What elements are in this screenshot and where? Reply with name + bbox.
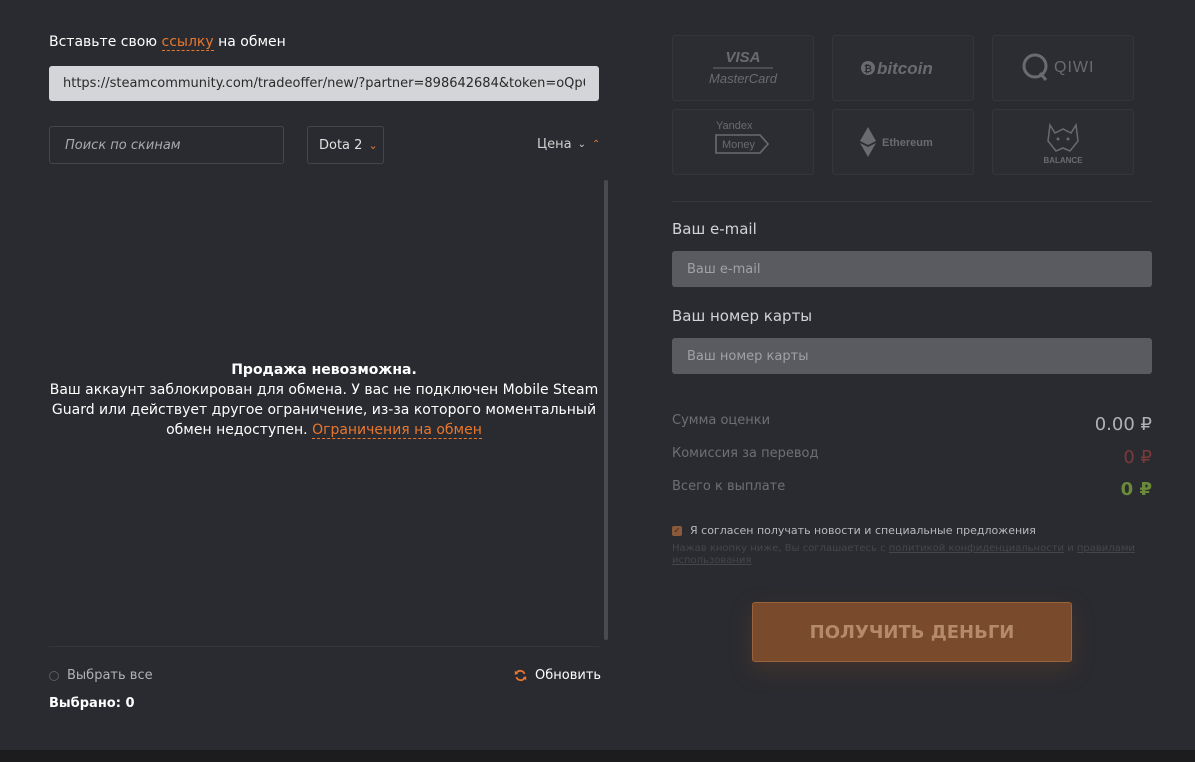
- consent-checkbox[interactable]: ✓: [672, 525, 682, 536]
- page-footer-strip: [0, 750, 1195, 762]
- email-label: Ваш e-mail: [672, 220, 757, 238]
- card-number-field[interactable]: [672, 338, 1152, 374]
- balance-text: BALANCE: [1043, 156, 1083, 165]
- bitcoin-logo: ₿ bitcoin: [861, 59, 933, 78]
- sum-label: Сумма оценки: [672, 413, 771, 428]
- terms-notice: Нажав кнопку ниже, Вы соглашаетесь с пол…: [672, 543, 1152, 567]
- money-text: Money: [722, 139, 756, 151]
- trade-restrictions-link[interactable]: Ограничения на обмен: [312, 422, 482, 439]
- consent-label: Я согласен получать новости и специальны…: [690, 524, 1036, 537]
- trade-link-title-prefix: Вставьте свою: [49, 34, 162, 50]
- fee-label: Комиссия за перевод: [672, 446, 819, 461]
- trade-link-help-link[interactable]: ссылку: [161, 34, 214, 51]
- chevron-down-icon: ⌄: [368, 138, 378, 152]
- blocked-heading: Продажа невозможна.: [231, 362, 417, 378]
- select-all-label: Выбрать все: [67, 668, 153, 683]
- yandex-money-logo: Yandex Money: [715, 120, 770, 154]
- fee-value: 0 ₽: [1123, 447, 1152, 468]
- ethereum-text: Ethereum: [882, 137, 933, 149]
- balance-logo: BALANCE: [1043, 122, 1083, 165]
- total-label: Всего к выплате: [672, 479, 786, 494]
- mastercard-text: MasterCard: [709, 71, 778, 86]
- price-sort-label: Цена: [537, 137, 572, 152]
- payment-visa-mastercard[interactable]: VISA MasterCard: [672, 35, 814, 101]
- refresh-button[interactable]: Обновить: [514, 668, 601, 683]
- ethereum-logo: Ethereum: [860, 127, 933, 157]
- terms-prefix: Нажав кнопку ниже, Вы соглашаетесь с: [672, 543, 889, 554]
- price-sort-toggle[interactable]: Цена ⌄ ⌃: [537, 137, 600, 152]
- trade-url-input[interactable]: [49, 66, 599, 101]
- payment-yandex-money[interactable]: Yandex Money: [672, 109, 814, 175]
- select-all-toggle[interactable]: Выбрать все: [49, 668, 153, 683]
- refresh-label: Обновить: [535, 668, 602, 683]
- terms-and: и: [1064, 543, 1077, 554]
- qiwi-text: QIWI: [1054, 59, 1094, 76]
- divider: [672, 201, 1152, 202]
- trade-link-title: Вставьте свою ссылку на обмен: [49, 34, 286, 51]
- payment-qiwi[interactable]: QIWI: [992, 35, 1134, 101]
- email-field[interactable]: [672, 251, 1152, 287]
- game-select[interactable]: Dota 2 ⌄: [307, 126, 384, 164]
- newsletter-consent: ✓ Я согласен получать новости и специаль…: [672, 524, 1036, 537]
- qiwi-logo: QIWI: [1022, 53, 1094, 81]
- visa-mastercard-logo: VISA MasterCard: [709, 49, 778, 86]
- trade-link-title-suffix: на обмен: [213, 34, 286, 50]
- payment-ethereum[interactable]: Ethereum: [832, 109, 974, 175]
- radio-icon: [49, 670, 59, 681]
- refresh-icon: [514, 669, 527, 682]
- total-value: 0 ₽: [1120, 479, 1152, 500]
- card-number-label: Ваш номер карты: [672, 307, 813, 325]
- privacy-policy-link[interactable]: политикой конфиденциальности: [889, 543, 1064, 554]
- get-money-button[interactable]: ПОЛУЧИТЬ ДЕНЬГИ: [752, 602, 1072, 662]
- skin-search-input[interactable]: [49, 126, 284, 164]
- svg-text:₿: ₿: [864, 63, 872, 75]
- sum-value: 0.00 ₽: [1094, 414, 1152, 435]
- divider: [49, 646, 599, 647]
- game-select-value: Dota 2: [319, 137, 363, 153]
- visa-text: VISA: [725, 49, 760, 66]
- selected-count: Выбрано: 0: [49, 696, 135, 711]
- chevron-down-icon: ⌄: [577, 139, 586, 150]
- bitcoin-text: bitcoin: [877, 59, 933, 78]
- trade-blocked-message: Продажа невозможна. Ваш аккаунт заблокир…: [49, 360, 599, 440]
- chevron-up-icon: ⌃: [591, 139, 601, 150]
- yandex-text: Yandex: [716, 120, 753, 132]
- trade-panel: Вставьте свою ссылку на обмен Dota 2 ⌄ Ц…: [49, 0, 609, 750]
- payment-balance[interactable]: BALANCE: [992, 109, 1134, 175]
- inventory-scrollbar[interactable]: [604, 180, 608, 640]
- payment-bitcoin[interactable]: ₿ bitcoin: [832, 35, 974, 101]
